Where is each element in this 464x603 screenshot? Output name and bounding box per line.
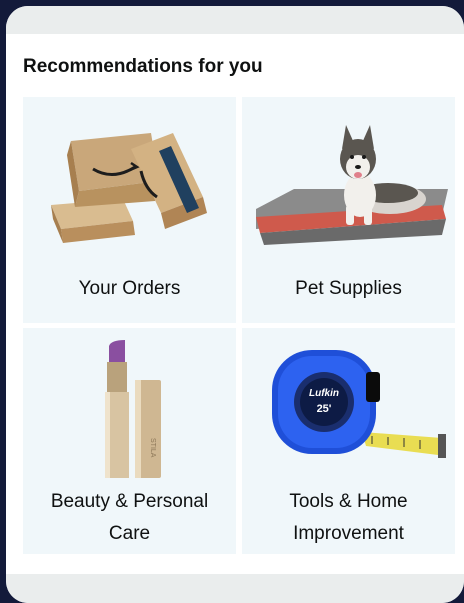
recommendation-grid: Your Orders Pet Supplies STILA Beauty & …: [23, 97, 455, 557]
top-divider: [6, 6, 464, 34]
tile-label: Your Orders: [78, 278, 181, 299]
tile-label: Beauty & Personal Care: [50, 491, 209, 544]
tile-pet-supplies[interactable]: Pet Supplies: [242, 97, 455, 323]
tile-label: Tools & Home Improvement: [289, 491, 408, 544]
tile-tools-home-improvement[interactable]: Lufkin 25' Tools & Home Improvement: [242, 328, 455, 554]
lipstick-image: STILA: [105, 340, 161, 478]
tile-your-orders[interactable]: Your Orders: [23, 97, 236, 323]
lipstick-brand: STILA: [149, 438, 156, 458]
app-frame: Recommendations for you Your Orders Pet …: [6, 6, 464, 603]
tape-measure-image: Lufkin 25': [272, 350, 446, 458]
section-title: Recommendations for you: [23, 56, 263, 77]
tape-size: 25': [317, 403, 332, 415]
amazon-boxes-image: [51, 133, 207, 243]
bottom-divider: [6, 574, 464, 603]
tile-label: Pet Supplies: [295, 278, 402, 299]
recommendations-card: Recommendations for you Your Orders Pet …: [6, 34, 464, 574]
tape-brand: Lufkin: [309, 388, 339, 399]
tile-beauty-personal-care[interactable]: STILA Beauty & Personal Care: [23, 328, 236, 554]
husky-dog-bed-image: [256, 125, 448, 245]
